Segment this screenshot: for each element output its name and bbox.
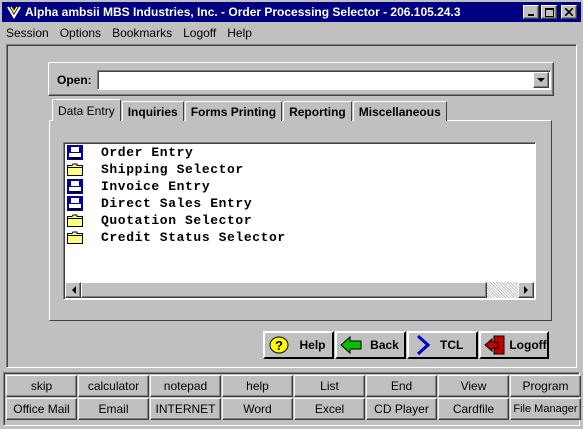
program-list[interactable]: Order Entry Shipping Selector Invoice En… [63,142,536,300]
help-icon: ? [265,334,293,356]
menu-bookmarks[interactable]: Bookmarks [112,26,172,40]
internet-button[interactable]: INTERNET [150,398,221,420]
minimize-button[interactable] [523,5,539,19]
view-button[interactable]: View [438,375,509,397]
excel-button[interactable]: Excel [294,398,365,420]
horizontal-scrollbar[interactable] [65,282,534,298]
end-button[interactable]: End [366,375,437,397]
open-dropdown-button[interactable] [533,72,549,88]
menu-options[interactable]: Options [60,26,101,40]
list-item[interactable]: Shipping Selector [66,161,244,178]
scroll-thumb[interactable] [81,282,487,298]
list-item-label: Direct Sales Entry [101,196,253,211]
notepad-button[interactable]: notepad [150,375,221,397]
tab-data-entry[interactable]: Data Entry [52,99,121,121]
open-combobox[interactable] [97,70,551,90]
folder-icon [66,162,84,177]
title-bar[interactable]: Alpha ambsii MBS Industries, Inc. - Orde… [0,0,583,24]
cardfile-button[interactable]: Cardfile [438,398,509,420]
back-button[interactable]: Back [335,331,406,359]
tcl-arrow-icon [409,334,437,356]
list-item[interactable]: Invoice Entry [66,178,210,195]
list-item[interactable]: Order Entry [66,144,193,161]
chevron-right-icon [523,286,528,294]
tcl-button-label: TCL [440,338,464,352]
office-mail-button[interactable]: Office Mail [6,398,77,420]
scroll-right-button[interactable] [518,282,534,298]
logoff-button[interactable]: Logoff [479,331,549,359]
printer-doc-icon [66,145,84,160]
word-button[interactable]: Word [222,398,293,420]
program-button[interactable]: Program [510,375,581,397]
tab-inquiries[interactable]: Inquiries [121,101,184,121]
help-button-label: Help [299,338,326,352]
chevron-left-icon [71,286,76,294]
list-item-label: Shipping Selector [101,162,244,177]
list-item-label: Order Entry [101,145,194,160]
tcl-button[interactable]: TCL [407,331,478,359]
alpha-app-icon[interactable] [6,4,22,20]
list-item[interactable]: Direct Sales Entry [66,195,252,212]
logoff-button-label: Logoff [509,338,547,352]
file-manager-button[interactable]: File Manager [510,398,581,420]
close-button[interactable] [561,5,577,19]
window-title: Alpha ambsii MBS Industries, Inc. - Orde… [25,5,461,19]
list-item-label: Quotation Selector [101,213,253,228]
list-item[interactable]: Quotation Selector [66,212,252,229]
skip-button[interactable]: skip [6,375,77,397]
scroll-left-button[interactable] [65,282,81,298]
menu-session[interactable]: Session [6,26,49,40]
list-item-label: Credit Status Selector [101,230,286,245]
printer-doc-icon [66,196,84,211]
cd-player-button[interactable]: CD Player [366,398,437,420]
maximize-icon [544,7,554,17]
scroll-track[interactable] [487,282,518,298]
list-item-label: Invoice Entry [101,179,211,194]
list-button[interactable]: List [294,375,365,397]
open-label: Open: [57,73,92,87]
folder-icon [66,213,84,228]
close-icon [565,8,573,16]
menubar: Session Options Bookmarks Logoff Help [0,24,583,42]
help-button[interactable]: ? Help [263,331,334,359]
exit-door-icon [481,334,509,356]
back-button-label: Back [370,338,399,352]
list-item[interactable]: Credit Status Selector [66,229,286,246]
tab-reporting[interactable]: Reporting [283,101,352,121]
svg-text:?: ? [275,338,283,353]
tab-miscellaneous[interactable]: Miscellaneous [352,101,447,121]
email-button[interactable]: Email [78,398,149,420]
toolbar-help-button[interactable]: help [222,375,293,397]
minimize-icon [528,14,534,16]
printer-doc-icon [66,179,84,194]
menu-logoff[interactable]: Logoff [183,26,216,40]
tab-strip: Data Entry Inquiries Forms Printing Repo… [52,99,448,121]
maximize-button[interactable] [541,5,557,19]
calculator-button[interactable]: calculator [78,375,149,397]
menu-help[interactable]: Help [227,26,252,40]
quick-launch-toolbar: skip calculator notepad help List End Vi… [3,372,581,426]
back-arrow-icon [337,334,365,356]
chevron-down-icon [537,77,545,82]
tab-forms-printing[interactable]: Forms Printing [184,101,283,121]
folder-icon [66,230,84,245]
